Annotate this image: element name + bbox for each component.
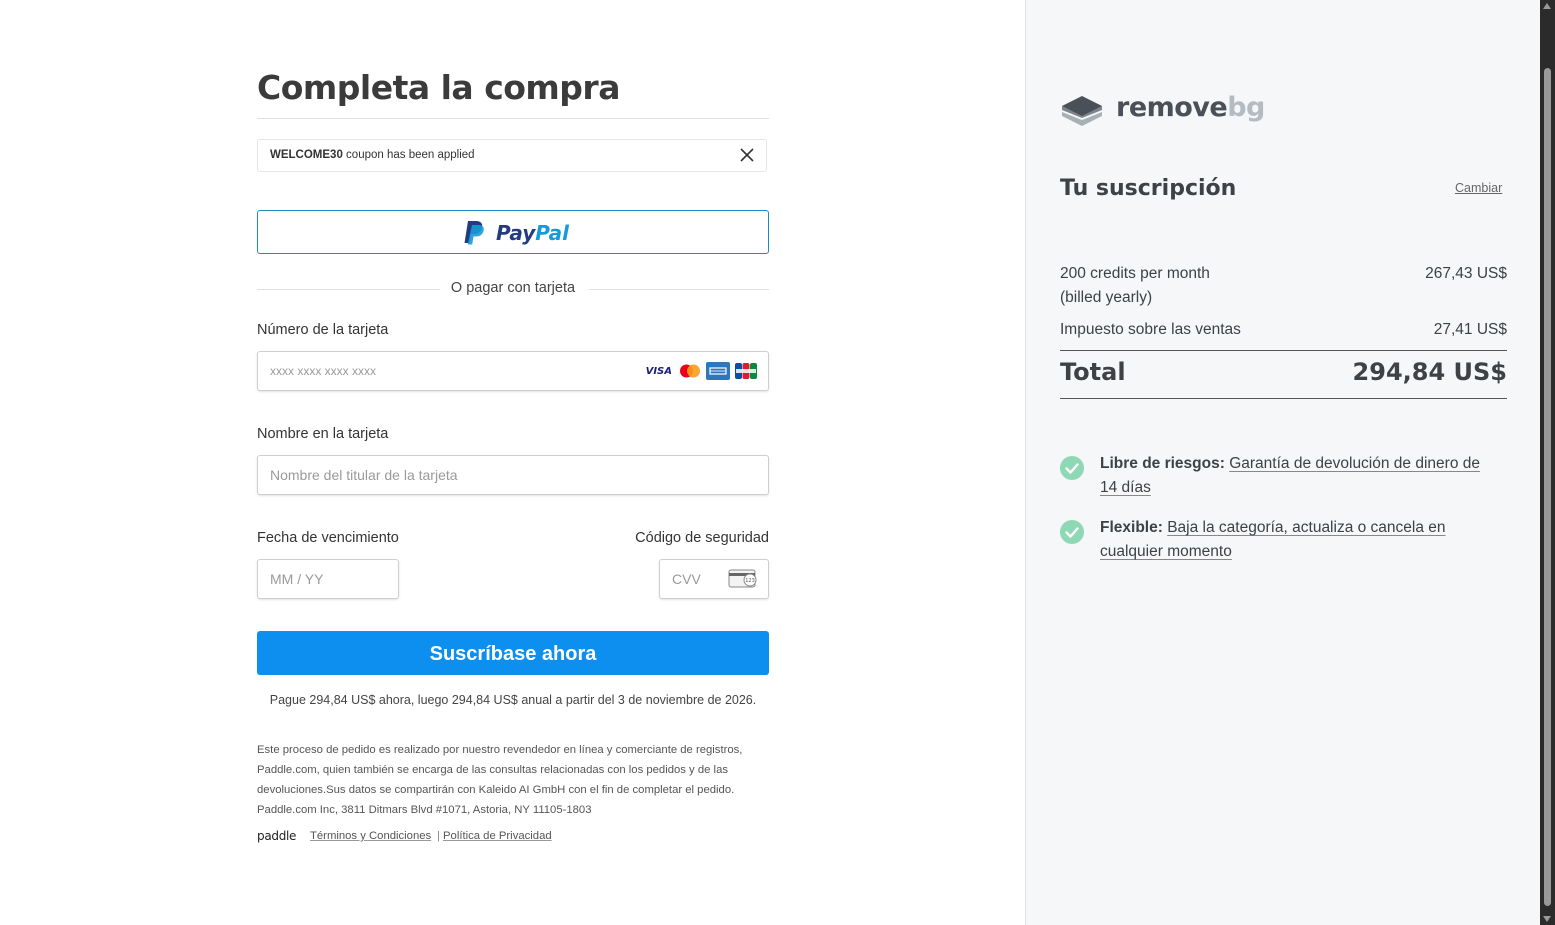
expiry-placeholder: MM / YY xyxy=(270,571,324,587)
coupon-message: coupon has been applied xyxy=(346,149,475,161)
cvv-input[interactable]: CVV 123 xyxy=(659,559,769,599)
legal-text: Este proceso de pedido es realizado por … xyxy=(257,744,743,816)
benefit-risk-free-text: Libre de riesgos: Garantía de devolución… xyxy=(1100,452,1500,500)
visa-icon: VISA xyxy=(645,365,672,377)
coupon-text: WELCOME30 coupon has been applied xyxy=(270,149,475,161)
expiry-label: Fecha de vencimiento xyxy=(257,530,399,546)
brand-wordmark: removebg xyxy=(1116,92,1265,123)
scroll-thumb[interactable] xyxy=(1544,68,1551,906)
check-circle-icon xyxy=(1060,520,1084,544)
change-plan-link[interactable]: Cambiar xyxy=(1455,181,1502,195)
card-number-label: Número de la tarjeta xyxy=(257,322,389,338)
check-circle-icon xyxy=(1060,456,1084,480)
total-top-rule xyxy=(1060,350,1507,351)
subscribe-button[interactable]: Suscríbase ahora xyxy=(257,631,769,675)
card-name-input[interactable]: Nombre del titular de la tarjeta xyxy=(257,455,769,495)
benefit-risk-free-title: Libre de riesgos: xyxy=(1100,455,1225,472)
coupon-code: WELCOME30 xyxy=(270,149,343,161)
subscription-title: Tu suscripción xyxy=(1060,176,1237,201)
close-icon[interactable] xyxy=(738,146,756,164)
card-number-input[interactable]: xxxx xxxx xxxx xxxx VISA xyxy=(257,351,769,391)
brand-bg-text: bg xyxy=(1227,92,1265,123)
total-label: Total xyxy=(1060,358,1126,386)
paypal-pay-text: Pay xyxy=(496,221,536,245)
benefit-flexible-text: Flexible: Baja la categoría, actualiza o… xyxy=(1100,516,1500,564)
tax-line-value: 27,41 US$ xyxy=(1433,321,1507,338)
plan-line-label-1: 200 credits per month xyxy=(1060,265,1210,282)
footer: paddle Términos y Condiciones | Política… xyxy=(257,828,769,848)
removebg-logo: removebg xyxy=(1060,92,1265,128)
paypal-pal-text: Pal xyxy=(535,221,570,245)
total-bottom-rule xyxy=(1060,398,1507,399)
amex-icon xyxy=(706,362,730,380)
checkout-panel: Completa la compra WELCOME30 coupon has … xyxy=(0,0,1025,925)
cvv-label: Código de seguridad xyxy=(635,530,769,546)
privacy-link[interactable]: Política de Privacidad xyxy=(443,830,552,842)
card-number-placeholder: xxxx xxxx xxxx xxxx xyxy=(270,364,377,378)
cvv-card-icon: 123 xyxy=(728,569,757,588)
total-value: 294,84 US$ xyxy=(1352,358,1507,386)
title-divider xyxy=(257,118,769,119)
cvv-icon-text: 123 xyxy=(745,578,755,584)
plan-line-label: 200 credits per month (billed yearly) xyxy=(1060,262,1210,310)
paypal-wordmark: PayPal xyxy=(496,221,569,245)
plan-line-value: 267,43 US$ xyxy=(1425,265,1507,282)
payment-divider: O pagar con tarjeta xyxy=(257,279,769,299)
tax-line-label: Impuesto sobre las ventas xyxy=(1060,321,1241,338)
paypal-p-icon xyxy=(464,221,484,245)
card-name-placeholder: Nombre del titular de la tarjeta xyxy=(270,467,458,483)
paypal-button[interactable]: PayPal xyxy=(257,210,769,254)
terms-link[interactable]: Términos y Condiciones xyxy=(310,830,431,842)
footer-separator: | xyxy=(437,830,440,842)
card-name-label: Nombre en la tarjeta xyxy=(257,426,389,442)
paypal-logo: PayPal xyxy=(463,220,569,246)
divider-text: O pagar con tarjeta xyxy=(450,280,576,296)
layers-icon xyxy=(1062,96,1102,126)
card-brand-logos: VISA xyxy=(646,362,758,380)
expiry-input[interactable]: MM / YY xyxy=(257,559,399,599)
cvv-placeholder: CVV xyxy=(672,571,701,587)
plan-line-label-2: (billed yearly) xyxy=(1060,289,1153,306)
brand-remove-text: remove xyxy=(1116,92,1228,123)
scroll-up-arrow-icon[interactable] xyxy=(1543,3,1551,9)
benefit-flexible-title: Flexible: xyxy=(1100,519,1163,536)
scroll-down-arrow-icon[interactable] xyxy=(1543,916,1551,922)
payment-note: Pague 294,84 US$ ahora, luego 294,84 US$… xyxy=(269,693,757,707)
paddle-logo: paddle xyxy=(257,829,297,843)
coupon-banner: WELCOME30 coupon has been applied xyxy=(257,139,767,172)
page-title: Completa la compra xyxy=(257,68,620,107)
jcb-icon xyxy=(735,363,757,379)
mastercard-icon xyxy=(680,364,700,378)
scrollbar[interactable] xyxy=(1540,0,1555,925)
